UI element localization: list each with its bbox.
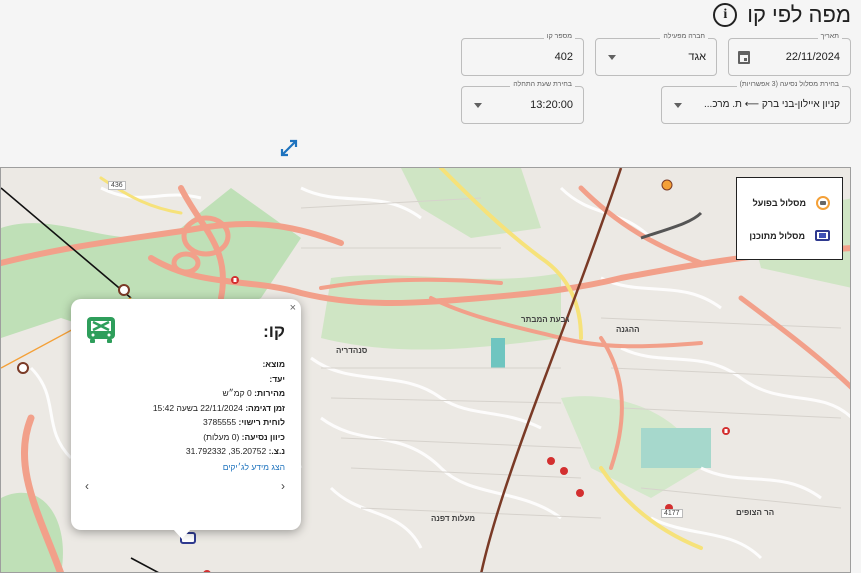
bus-info-popup: × קו: מוצא: יעד: מהירות: 0 קמ״ש זמן דגימ… [71, 299, 301, 539]
origin-label: מוצא: [262, 359, 285, 369]
speed-label: מהירות: [254, 388, 285, 398]
route-select[interactable]: בחירת מסלול נסיעה (3 אפשרויות) קניון איי… [661, 81, 851, 124]
operator-label: חברה מפעילה [660, 33, 708, 40]
legend-actual-label: מסלול בפועל [752, 198, 806, 208]
plate-row: לוחית רישוי: 3785555 [153, 415, 285, 430]
direction-label: כיוון נסיעה: [241, 431, 285, 442]
page-title: מפה לפי קו [747, 2, 851, 27]
operator-select[interactable]: חברה מפעילה אגד [595, 33, 717, 76]
coords-label: נ.צ.: [268, 446, 285, 456]
prev-arrow-icon[interactable]: ‹ [281, 479, 285, 493]
street-label: הר הצופים [736, 508, 775, 517]
destination-label: יעד: [269, 373, 285, 384]
info-icon[interactable]: i [713, 3, 738, 27]
line-number-label: מספר קו [543, 33, 575, 40]
origin-row: מוצא: [153, 357, 285, 372]
start-time-label: בחירת שעת התחלה [510, 81, 575, 88]
route-label: בחירת מסלול נסיעה (3 אפשרויות) [736, 81, 842, 88]
sample-time-value: 22/11/2024 בשעה 15:42 [152, 402, 243, 413]
plate-value: 3785555 [203, 417, 237, 427]
coords-value: 35.20752, 31.792332 [185, 446, 267, 456]
next-arrow-icon[interactable]: › [85, 479, 89, 493]
speed-row: מהירות: 0 קמ״ש [153, 386, 285, 401]
legend-planned-label: מסלול מתוכנן [749, 230, 805, 241]
title-row: מפה לפי קו i [713, 2, 851, 28]
destination-row: יעד: [153, 372, 285, 387]
speed-value: 0 קמ״ש [222, 388, 252, 398]
popup-tip [173, 529, 191, 539]
route-value: קניון איילון-בני ברק ⟵ ת. מרכ... [704, 99, 840, 110]
road-number: 4177 [661, 509, 683, 518]
direction-value: (0 מעלות) [203, 431, 240, 442]
line-number-field[interactable]: מספר קו 402 [461, 33, 584, 76]
bus-icon [816, 196, 830, 210]
legend-planned: מסלול מתוכנן [749, 230, 830, 241]
bus-icon [87, 317, 115, 343]
expand-icon[interactable] [279, 139, 299, 157]
direction-row: כיוון נסיעה: (0 מעלות) [153, 430, 285, 445]
date-field[interactable]: תאריך 22/11/2024 [728, 33, 851, 76]
popup-title: קו: [263, 322, 285, 341]
calendar-icon[interactable] [738, 51, 750, 64]
close-icon[interactable]: × [290, 302, 296, 314]
chevron-down-icon [474, 103, 482, 108]
chevron-down-icon [674, 103, 682, 108]
start-time-select[interactable]: בחירת שעת התחלה 13:20:00 [461, 81, 584, 124]
chevron-down-icon [608, 55, 616, 60]
map-legend: מסלול בפועל מסלול מתוכנן [736, 177, 843, 260]
street-label: ההגנה [616, 325, 640, 334]
page: מפה לפי קו i תאריך 22/11/2024 חברה מפעיל… [0, 0, 861, 573]
date-label: תאריך [817, 33, 842, 40]
show-gtfs-info-link[interactable]: הצג מידע לג׳יקים [223, 462, 285, 472]
street-label: מעלות דפנה [431, 514, 476, 523]
popup-details: מוצא: יעד: מהירות: 0 קמ״ש זמן דגימה: 22/… [153, 357, 285, 459]
road-number: 436 [108, 181, 126, 190]
bus-icon [815, 230, 830, 241]
start-time-value: 13:20:00 [530, 99, 573, 111]
sample-time-row: זמן דגימה: 22/11/2024 בשעה 15:42 [153, 401, 285, 416]
plate-label: לוחית רישוי: [238, 417, 285, 427]
coords-row: נ.צ.: 35.20752, 31.792332 [153, 444, 285, 459]
sample-time-label: זמן דגימה: [245, 402, 285, 413]
street-label: סנהדריה [336, 346, 368, 355]
date-value: 22/11/2024 [785, 51, 840, 63]
legend-actual: מסלול בפועל [753, 196, 830, 210]
line-number-value: 402 [554, 51, 573, 63]
operator-value: אגד [688, 51, 706, 63]
street-label: גבעת המבתר [521, 315, 570, 324]
